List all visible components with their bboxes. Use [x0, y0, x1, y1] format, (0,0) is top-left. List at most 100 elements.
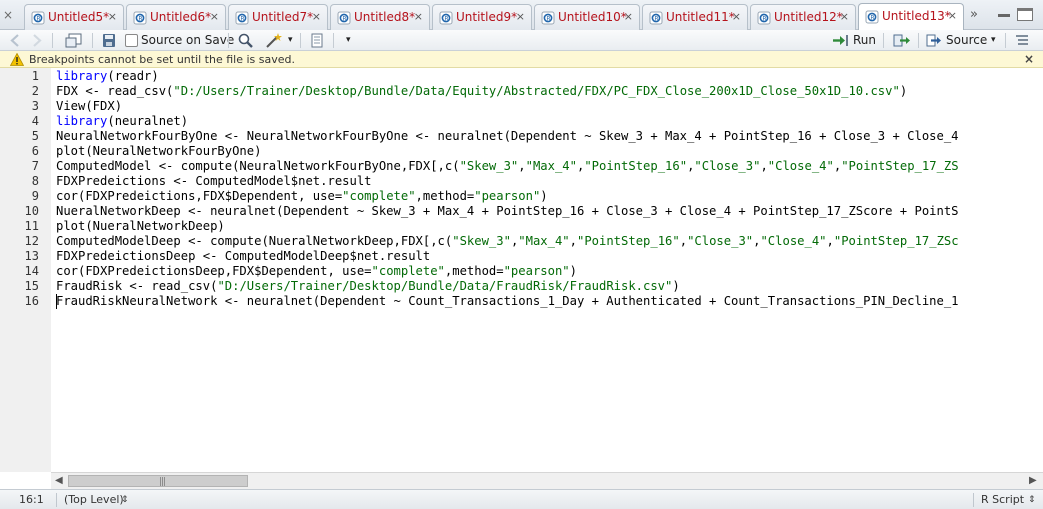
close-icon[interactable]: ×: [948, 9, 957, 22]
line-number: 4: [31, 114, 39, 128]
editor-tab[interactable]: R Untitled7* ×: [228, 4, 328, 30]
back-arrow-icon[interactable]: [8, 32, 24, 49]
editor-tab[interactable]: R Untitled5* ×: [24, 4, 124, 30]
horizontal-scrollbar[interactable]: ◀ ||| ▶: [51, 472, 1043, 489]
string-token: "pearson": [503, 264, 570, 278]
status-separator: [973, 493, 974, 507]
code-token: plot(NeuralNetworkFourByOne): [56, 144, 262, 158]
code-line[interactable]: ComputedModelDeep <- compute(NueralNetwo…: [56, 234, 959, 249]
document-outline-icon[interactable]: [1014, 32, 1030, 49]
code-token: ): [899, 84, 908, 98]
editor-tab[interactable]: R Untitled12* ×: [750, 4, 856, 30]
editor-tab[interactable]: R Untitled11* ×: [642, 4, 748, 30]
source-on-save-label[interactable]: Source on Save: [141, 33, 234, 47]
editor-tab[interactable]: R Untitled10* ×: [534, 4, 640, 30]
code-line[interactable]: library(neuralnet): [56, 114, 188, 129]
line-number: 9: [31, 189, 39, 203]
string-token: "Close_4": [767, 159, 834, 173]
code-line[interactable]: library(readr): [56, 69, 159, 84]
code-line[interactable]: cor(FDXPredeictions,FDX$Dependent, use= "…: [56, 189, 548, 204]
code-line[interactable]: View(FDX): [56, 99, 122, 114]
toolbar-separator: [333, 33, 334, 48]
toolbar-separator: [1005, 33, 1006, 48]
show-in-window-icon[interactable]: [64, 32, 84, 49]
code-line[interactable]: FraudRisk <- read_csv("D:/Users/Trainer/…: [56, 279, 680, 294]
close-all-icon[interactable]: ×: [3, 8, 15, 22]
code-line[interactable]: FDXPredeictions <- ComputedModel$net.res…: [56, 174, 372, 189]
line-number: 10: [24, 204, 39, 218]
code-line[interactable]: NueralNetworkDeep <- neuralnet(Dependent…: [56, 204, 959, 219]
close-icon[interactable]: ×: [840, 10, 849, 23]
code-line[interactable]: plot(NeuralNetworkFourByOne): [56, 144, 261, 159]
close-icon[interactable]: ×: [414, 10, 423, 23]
tab-overflow-icon[interactable]: »: [970, 7, 978, 22]
close-icon[interactable]: ×: [1024, 52, 1034, 66]
run-icon[interactable]: [831, 32, 849, 49]
code-line[interactable]: FraudRiskNeuralNetwork <- neuralnet(Depe…: [56, 294, 959, 309]
rerun-icon[interactable]: [892, 32, 912, 49]
keyword-token: library: [56, 114, 108, 128]
code-token: FraudRisk <- read_csv(: [56, 279, 218, 293]
editor-tab[interactable]: R Untitled9* ×: [432, 4, 532, 30]
code-token: NueralNetworkDeep <- neuralnet(Dependent…: [56, 204, 959, 218]
code-token: ,: [826, 234, 834, 248]
code-token: NeuralNetworkFourByOne <- NeuralNetworkF…: [56, 129, 959, 143]
svg-text:R: R: [762, 15, 766, 22]
editor-tab[interactable]: R Untitled8* ×: [330, 4, 430, 30]
code-editor[interactable]: 1 2 3 4 5 6 7 8 9 10 11 12 13 14 15 16 library(readr) FD…: [0, 68, 1043, 472]
close-icon[interactable]: ×: [108, 10, 117, 23]
scope-selector[interactable]: (Top Level): [64, 493, 124, 506]
string-token: "Skew_3": [452, 234, 511, 248]
line-number: 2: [31, 84, 39, 98]
close-icon[interactable]: ×: [312, 10, 321, 23]
svg-text:R: R: [546, 15, 550, 22]
code-token: View(FDX): [56, 99, 123, 113]
close-icon[interactable]: ×: [732, 10, 741, 23]
string-token: "pearson": [474, 189, 541, 203]
code-tools-wand-icon[interactable]: [264, 32, 284, 49]
chevron-down-icon[interactable]: ▾: [346, 35, 351, 45]
file-type-selector[interactable]: R Script: [981, 493, 1024, 506]
string-token: "D:/Users/Trainer/Desktop/Bundle/Data/Fr…: [217, 279, 673, 293]
code-token: cor(FDXPredeictions,FDX$Dependent, use=: [56, 189, 343, 203]
source-icon[interactable]: [925, 32, 943, 49]
minimize-pane-icon[interactable]: [998, 14, 1010, 17]
code-line[interactable]: ComputedModel <- compute(NeuralNetworkFo…: [56, 159, 959, 174]
code-line[interactable]: plot(NueralNetworkDeep): [56, 219, 225, 234]
close-icon[interactable]: ×: [624, 10, 633, 23]
chevron-down-icon[interactable]: ▾: [288, 35, 293, 45]
source-button[interactable]: Source: [946, 33, 987, 47]
text-cursor: [56, 294, 57, 309]
code-line[interactable]: FDX <- read_csv("D:/Users/Trainer/Deskto…: [56, 84, 907, 99]
scroll-right-icon[interactable]: ▶: [1029, 475, 1037, 486]
scroll-left-icon[interactable]: ◀: [55, 475, 63, 486]
code-line[interactable]: FDXPredeictionsDeep <- ComputedModelDeep…: [56, 249, 430, 264]
scrollbar-thumb[interactable]: |||: [68, 475, 248, 487]
code-token: ,: [760, 159, 768, 173]
close-icon[interactable]: ×: [516, 10, 525, 23]
tab-label: Untitled8*: [354, 10, 416, 24]
chevron-down-icon[interactable]: ▾: [991, 35, 996, 45]
chevron-updown-icon[interactable]: ⇕: [1028, 495, 1036, 505]
editor-tab[interactable]: R Untitled6* ×: [126, 4, 226, 30]
line-number: 7: [31, 159, 39, 173]
maximize-pane-icon[interactable]: [1017, 8, 1033, 21]
compile-report-icon[interactable]: [309, 32, 325, 49]
tab-label: Untitled7*: [252, 10, 314, 24]
toolbar-separator: [92, 33, 93, 48]
save-icon[interactable]: [101, 32, 117, 49]
svg-text:R: R: [870, 14, 874, 21]
close-icon[interactable]: ×: [210, 10, 219, 23]
chevron-updown-icon[interactable]: ⇕: [121, 495, 129, 505]
forward-arrow-icon[interactable]: [28, 32, 44, 49]
code-line[interactable]: cor(FDXPredeictionsDeep,FDX$Dependent, u…: [56, 264, 577, 279]
tab-label: Untitled9*: [456, 10, 518, 24]
code-line[interactable]: NeuralNetworkFourByOne <- NeuralNetworkF…: [56, 129, 959, 144]
r-file-icon: R: [757, 11, 771, 25]
editor-tab[interactable]: R Untitled13* ×: [858, 3, 964, 31]
run-button[interactable]: Run: [853, 33, 876, 47]
tab-label: Untitled12*: [774, 10, 843, 24]
search-icon[interactable]: [237, 32, 255, 49]
source-on-save-checkbox[interactable]: [125, 34, 138, 47]
code-token: ,: [518, 159, 526, 173]
